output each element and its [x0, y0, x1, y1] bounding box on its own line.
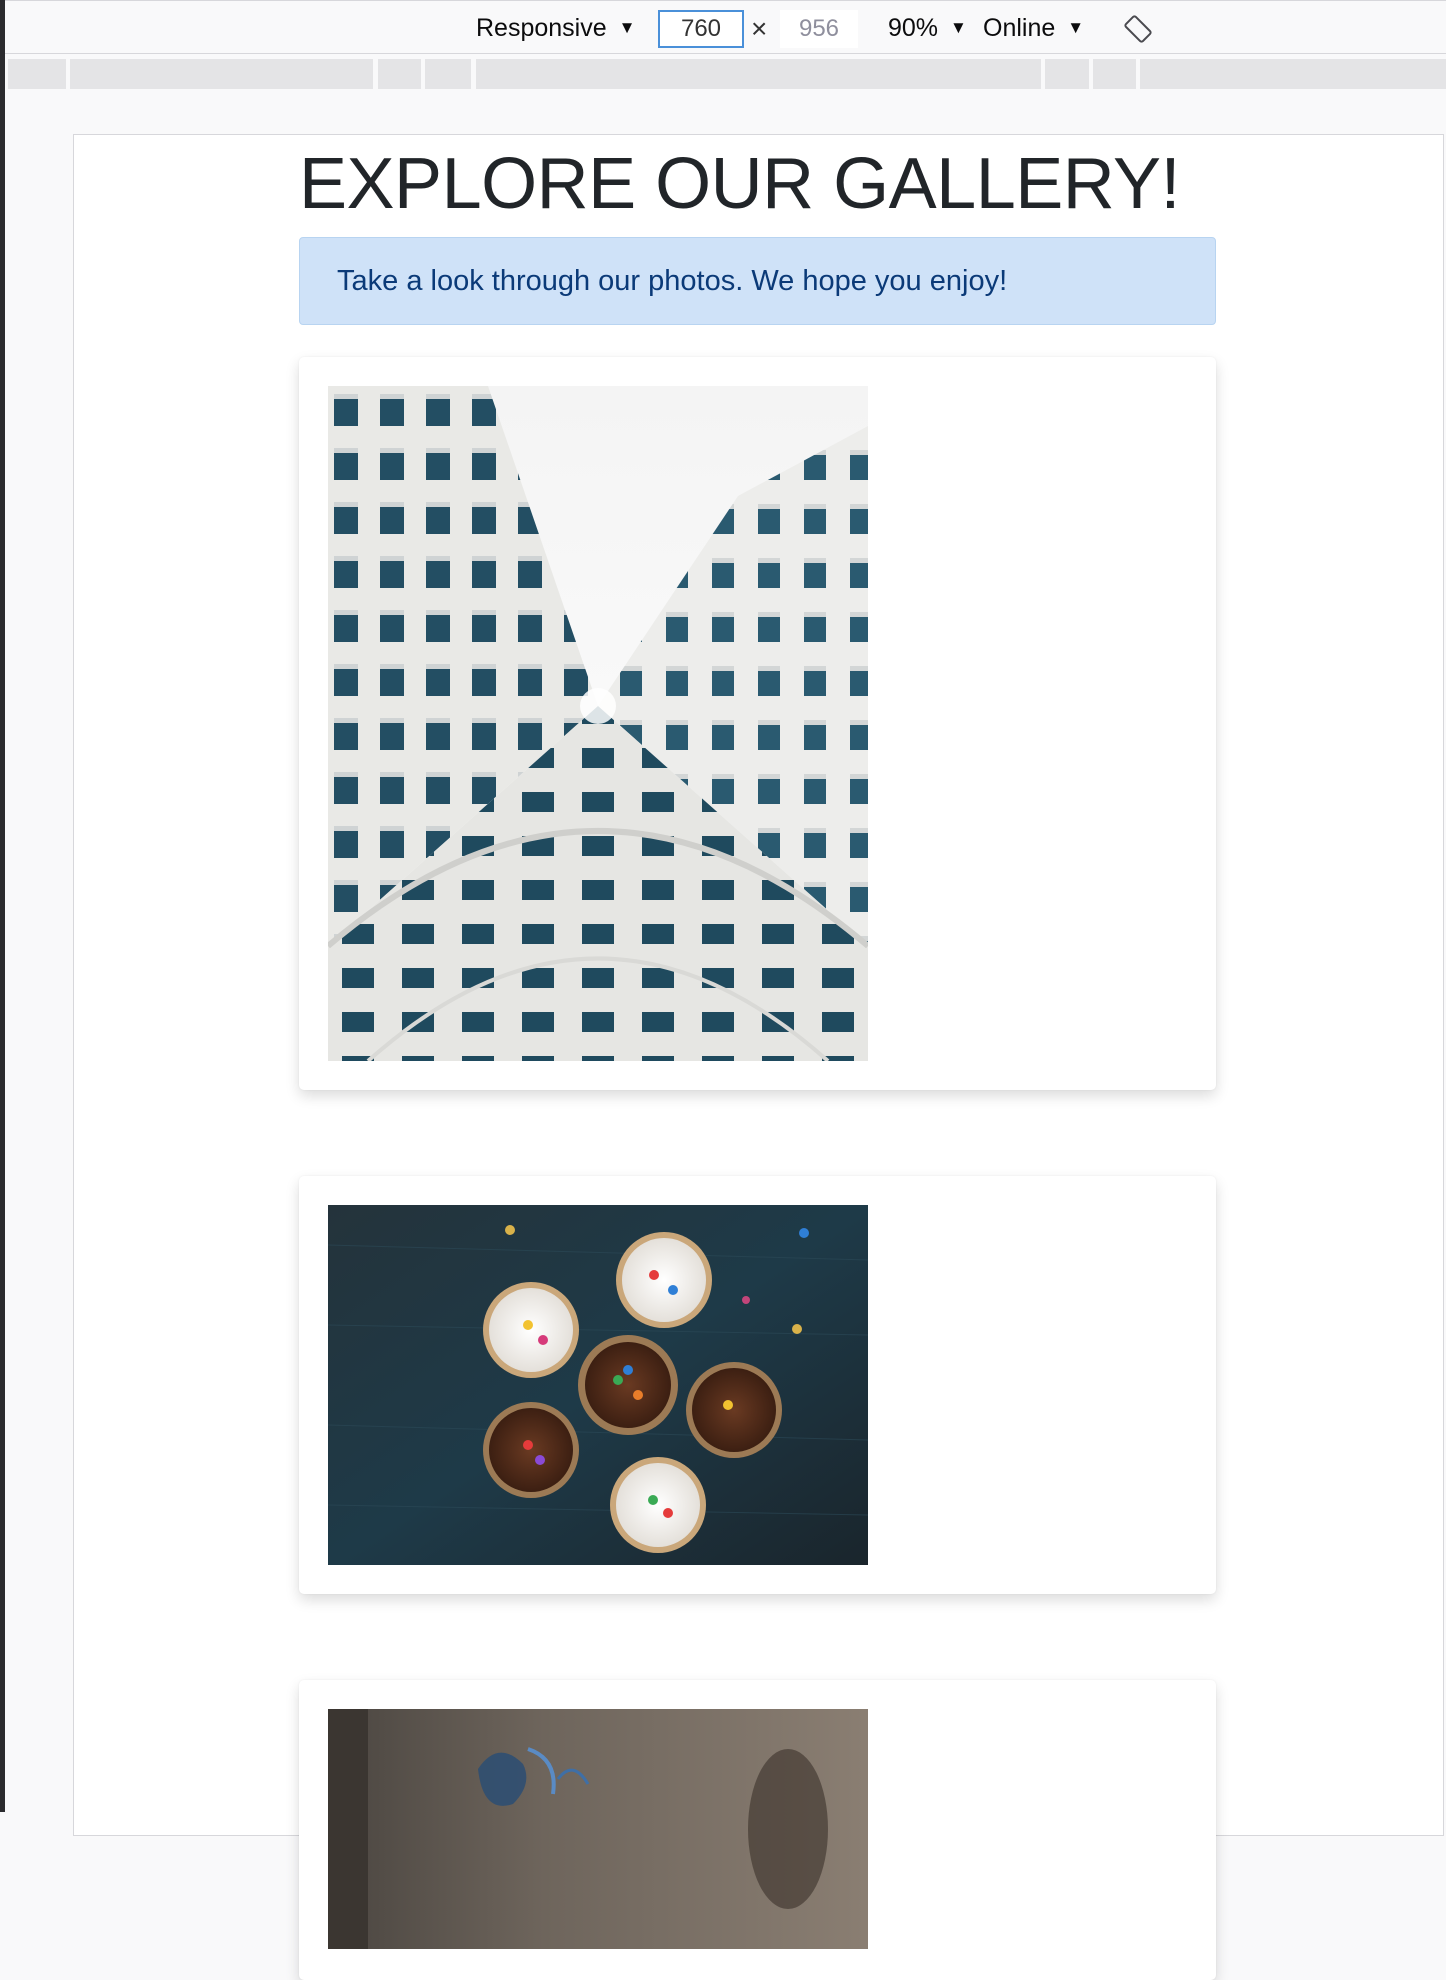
network-selector-label: Online — [983, 13, 1056, 42]
device-selector[interactable]: Responsive ▼ — [476, 1, 635, 55]
ruler-segment[interactable] — [1093, 59, 1136, 89]
gallery-card — [299, 1176, 1216, 1594]
dimension-separator: × — [751, 13, 768, 44]
dropdown-arrow-icon: ▼ — [618, 18, 636, 37]
window-edge — [0, 0, 5, 1812]
responsive-design-toolbar: Responsive ▼ 760 × 956 90% ▼ Online ▼ — [5, 0, 1446, 54]
page-title: EXPLORE OUR GALLERY! — [299, 144, 1181, 224]
street-wall-photo[interactable] — [328, 1709, 868, 1949]
building-looking-up-photo[interactable] — [328, 386, 868, 1061]
viewport-page: EXPLORE OUR GALLERY! Take a look through… — [73, 134, 1444, 1980]
dropdown-arrow-icon: ▼ — [950, 18, 967, 37]
cupcakes-photo[interactable] — [328, 1205, 868, 1565]
ruler-segment[interactable] — [378, 59, 421, 89]
network-throttle-selector[interactable]: Online ▼ — [983, 1, 1084, 55]
media-query-ruler — [5, 56, 1446, 92]
ruler-segment[interactable] — [8, 59, 66, 89]
viewport-width-input[interactable]: 760 — [658, 10, 744, 48]
ruler-segment[interactable] — [476, 59, 1041, 89]
ruler-segment[interactable] — [1045, 59, 1089, 89]
viewport-height-input[interactable]: 956 — [780, 10, 858, 48]
gallery-card — [299, 357, 1216, 1090]
rotate-viewport-icon[interactable] — [1123, 14, 1153, 44]
device-selector-label: Responsive — [476, 13, 607, 42]
dropdown-arrow-icon: ▼ — [1067, 18, 1085, 37]
ruler-segment[interactable] — [1140, 59, 1446, 89]
info-alert: Take a look through our photos. We hope … — [299, 237, 1216, 325]
zoom-selector-label: 90% — [888, 13, 939, 42]
ruler-segment[interactable] — [70, 59, 373, 89]
gallery-card — [299, 1680, 1216, 1980]
ruler-segment[interactable] — [425, 59, 471, 89]
zoom-selector[interactable]: 90% ▼ — [888, 1, 967, 55]
